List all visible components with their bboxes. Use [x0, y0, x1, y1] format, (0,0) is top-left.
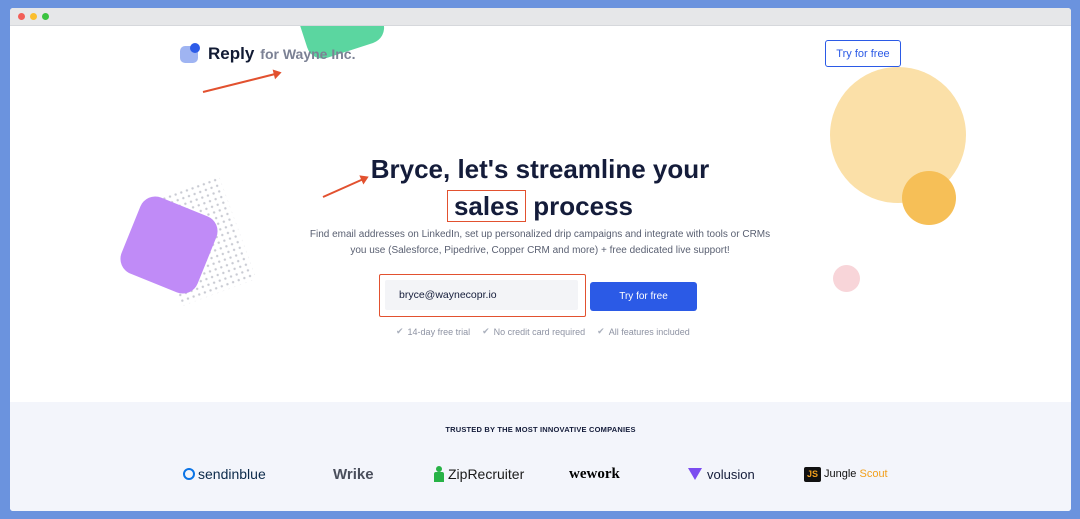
- wework-logo: wework: [569, 465, 620, 482]
- benefit-label: 14-day free trial: [407, 326, 471, 337]
- wrike-logo: Wrike: [333, 465, 374, 483]
- jungle-scout-logo: JS Jungle Scout: [804, 460, 888, 488]
- headline-tail: process: [533, 191, 634, 221]
- company-logos: sendinblue Wrike ZipRecruiter wework vol…: [10, 460, 1071, 488]
- check-icon: ✔: [482, 326, 490, 336]
- hero-subtitle: Find email addresses on LinkedIn, set up…: [300, 227, 780, 259]
- maximize-window-dot[interactable]: [42, 13, 49, 20]
- check-icon: ✔: [597, 326, 605, 336]
- benefits-list: ✔ 14-day free trial ✔ No credit card req…: [396, 326, 702, 337]
- nav-try-for-free-button[interactable]: Try for free: [825, 40, 901, 67]
- minimize-window-dot[interactable]: [30, 13, 37, 20]
- sendinblue-logo: sendinblue: [183, 460, 266, 488]
- annotation-arrow-icon: [202, 71, 280, 93]
- trusted-by-section: TRUSTED BY THE MOST INNOVATIVE COMPANIES…: [10, 402, 1071, 511]
- ziprecruiter-logo: ZipRecruiter: [433, 460, 524, 488]
- brand-name: Reply: [208, 44, 255, 63]
- close-window-dot[interactable]: [18, 13, 25, 20]
- benefit-item: ✔ All features included: [597, 326, 690, 337]
- decorative-pink-circle: [833, 265, 860, 292]
- volusion-icon: [688, 468, 702, 480]
- headline-highlight: sales: [446, 190, 527, 222]
- benefit-label: No credit card required: [493, 326, 586, 337]
- subtitle-line-1: Find email addresses on LinkedIn, set up…: [309, 229, 771, 240]
- check-icon: ✔: [396, 326, 404, 336]
- benefit-item: ✔ No credit card required: [482, 326, 585, 337]
- subtitle-line-2: you use (Salesforce, Pipedrive, Copper C…: [350, 245, 730, 256]
- ziprecruiter-icon: [433, 466, 445, 482]
- jungle-scout-icon: JS: [804, 466, 821, 482]
- volusion-logo: volusion: [688, 460, 755, 488]
- brand-logo[interactable]: Reply for Wayne Inc.: [180, 43, 355, 65]
- decorative-orange-circle: [902, 171, 956, 225]
- trusted-title: TRUSTED BY THE MOST INNOVATIVE COMPANIES: [445, 425, 636, 434]
- brand-company-text: for Wayne Inc.: [260, 46, 356, 62]
- sendinblue-icon: [183, 468, 195, 480]
- hero-headline: Bryce, let's streamline your sales proce…: [310, 151, 770, 225]
- benefit-item: ✔ 14-day free trial: [396, 326, 470, 337]
- benefit-label: All features included: [608, 326, 690, 337]
- window-titlebar: [10, 8, 1071, 26]
- email-input[interactable]: [385, 280, 578, 310]
- reply-logo-icon: [180, 43, 202, 65]
- email-highlight-box: [379, 274, 586, 317]
- headline-line-1: Bryce, let's streamline your: [370, 154, 710, 184]
- hero-section: Reply for Wayne Inc. Try for free Bryce,…: [10, 26, 1071, 402]
- hero-try-for-free-button[interactable]: Try for free: [590, 282, 697, 311]
- browser-window: Reply for Wayne Inc. Try for free Bryce,…: [10, 8, 1071, 511]
